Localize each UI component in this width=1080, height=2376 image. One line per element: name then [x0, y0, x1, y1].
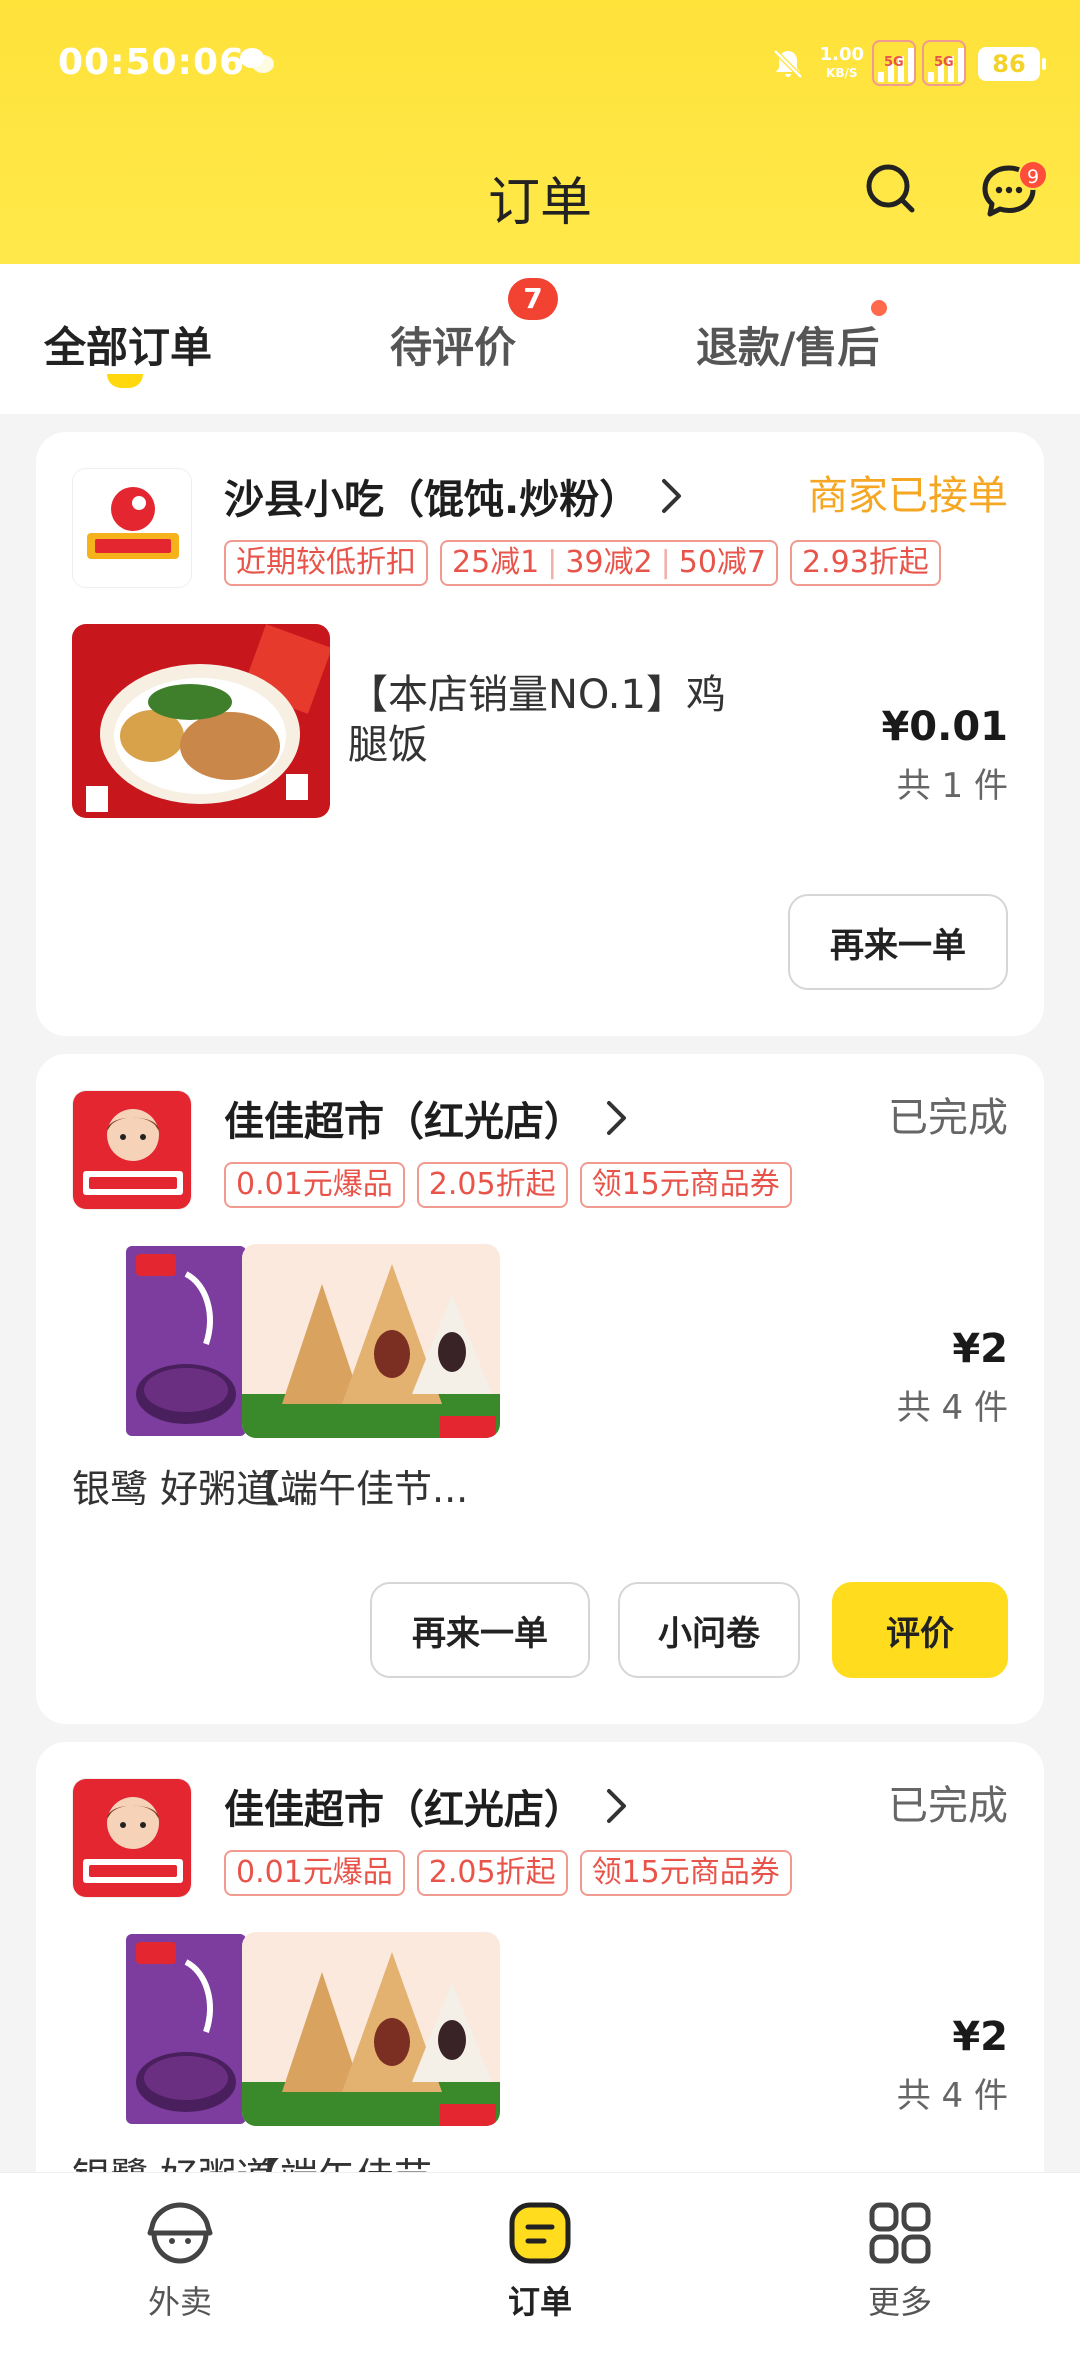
- bottom-navigation: 外卖 订单 更多: [0, 2172, 1080, 2376]
- tab-to-review[interactable]: 待评价: [390, 314, 516, 375]
- order-status: 已完成: [888, 1095, 1008, 1141]
- more-grid-icon: [869, 2202, 931, 2264]
- promo-tag: 0.01元爆品: [224, 1162, 405, 1208]
- wechat-notification-icon: [240, 48, 274, 73]
- shop-name: 佳佳超市（红光店）: [224, 1787, 584, 1833]
- survey-button[interactable]: 小问卷: [618, 1582, 800, 1678]
- tab-all-orders[interactable]: 全部订单: [44, 314, 212, 375]
- promo-tag: 2.05折起: [416, 1850, 568, 1896]
- reorder-button[interactable]: 再来一单: [788, 894, 1008, 990]
- product-image-porridge[interactable]: [116, 1932, 256, 2126]
- order-item-count: 共 4 件: [896, 1388, 1008, 1428]
- nav-label: 外卖: [147, 2283, 212, 2321]
- promo-tag: 领15元商品券: [579, 1162, 792, 1208]
- shop-logo-jiajia: [72, 1090, 192, 1210]
- product-image-zongzi[interactable]: [242, 1932, 500, 2126]
- order-status: 已完成: [888, 1783, 1008, 1829]
- battery-icon: 86: [978, 47, 1046, 81]
- shop-name-link[interactable]: 佳佳超市（红光店）: [224, 1778, 630, 1834]
- nav-takeout[interactable]: 外卖: [110, 2197, 250, 2323]
- app-header: 00:50:06 1.00 KB/S 5G 5G 86 订单: [0, 0, 1080, 264]
- order-card[interactable]: 佳佳超市（红光店） 已完成 0.01元爆品 2.05折起 领15元商品券 银鹭: [36, 1054, 1044, 1724]
- order-item-count: 共 1 件: [896, 766, 1008, 806]
- shop-logo-jiajia: [72, 1778, 192, 1898]
- review-button[interactable]: 评价: [832, 1582, 1008, 1678]
- product-name: 【本店销量NO.1】鸡腿饭: [348, 672, 726, 768]
- signal-sim1-icon: 5G: [872, 40, 916, 86]
- takeout-icon: [147, 2202, 213, 2264]
- signal-sim2-icon: 5G: [922, 40, 966, 86]
- shop-name: 佳佳超市（红光店）: [224, 1099, 584, 1145]
- status-time: 00:50:06: [58, 42, 246, 83]
- promo-tag: 2.05折起: [416, 1162, 568, 1208]
- search-icon[interactable]: [860, 158, 920, 218]
- shop-name: 沙县小吃（馄饨.炒粉）: [224, 477, 640, 523]
- shop-name-link[interactable]: 佳佳超市（红光店）: [224, 1090, 630, 1146]
- nav-orders[interactable]: 订单: [470, 2197, 610, 2323]
- reorder-button[interactable]: 再来一单: [370, 1582, 590, 1678]
- sim1-network-label: 5G: [872, 40, 916, 86]
- product-image-porridge[interactable]: [116, 1244, 256, 1438]
- promo-tags: 0.01元爆品 2.05折起 领15元商品券: [224, 1850, 792, 1896]
- nav-more[interactable]: 更多: [830, 2197, 970, 2323]
- order-status: 商家已接单: [808, 473, 1008, 519]
- chevron-right-icon: [607, 1789, 626, 1823]
- network-speed-unit: KB/S: [826, 66, 858, 80]
- order-price: ¥0.01: [881, 704, 1008, 750]
- shop-name-link[interactable]: 沙县小吃（馄饨.炒粉）: [224, 468, 685, 524]
- order-price: ¥2: [952, 2014, 1008, 2060]
- to-review-badge: 7: [508, 278, 558, 320]
- orders-icon: [509, 2202, 571, 2264]
- order-card[interactable]: 沙县小吃（馄饨.炒粉） 商家已接单 近期较低折扣 25减1 | 39减2 | 50减7 …: [36, 432, 1044, 1036]
- product-image-chicken-rice[interactable]: [72, 624, 330, 818]
- promo-tags: 0.01元爆品 2.05折起 领15元商品券: [224, 1162, 792, 1208]
- order-item-count: 共 4 件: [896, 2076, 1008, 2116]
- product-name: 【端午佳节...: [242, 1467, 469, 1511]
- nav-label: 订单: [507, 2283, 572, 2321]
- promo-tag-part: 25减1: [452, 545, 540, 580]
- message-badge: 9: [1018, 160, 1048, 190]
- shop-logo-shaxian: [72, 468, 192, 588]
- status-indicators: 1.00 KB/S 5G 5G 86: [770, 40, 1046, 88]
- promo-tags: 近期较低折扣 25减1 | 39减2 | 50减7 2.93折起: [224, 540, 941, 586]
- status-bar: 00:50:06 1.00 KB/S 5G 5G 86: [0, 0, 1080, 130]
- promo-tag-discount-group: 25减1 | 39减2 | 50减7: [440, 540, 779, 586]
- network-speed: 1.00 KB/S: [820, 46, 864, 82]
- refund-dot-badge: [871, 300, 887, 316]
- order-card[interactable]: 佳佳超市（红光店） 已完成 0.01元爆品 2.05折起 领15元商品券 银鹭: [36, 1742, 1044, 2242]
- chevron-right-icon: [662, 479, 682, 513]
- product-image-zongzi[interactable]: [242, 1244, 500, 1438]
- silent-icon: [772, 49, 803, 79]
- promo-tag-part: 50减7: [678, 545, 767, 580]
- tab-refund-aftersale[interactable]: 退款/售后: [696, 314, 879, 375]
- promo-tag: 近期较低折扣: [224, 540, 428, 586]
- network-speed-value: 1.00: [819, 44, 864, 65]
- promo-tag-part: 39减2: [565, 545, 653, 580]
- sim2-network-label: 5G: [922, 40, 966, 86]
- promo-tag: 0.01元爆品: [224, 1850, 405, 1896]
- order-price: ¥2: [952, 1326, 1008, 1372]
- promo-tag: 领15元商品券: [579, 1850, 792, 1896]
- promo-tag: 2.93折起: [790, 540, 941, 586]
- chevron-right-icon: [607, 1101, 626, 1135]
- nav-label: 更多: [867, 2283, 932, 2321]
